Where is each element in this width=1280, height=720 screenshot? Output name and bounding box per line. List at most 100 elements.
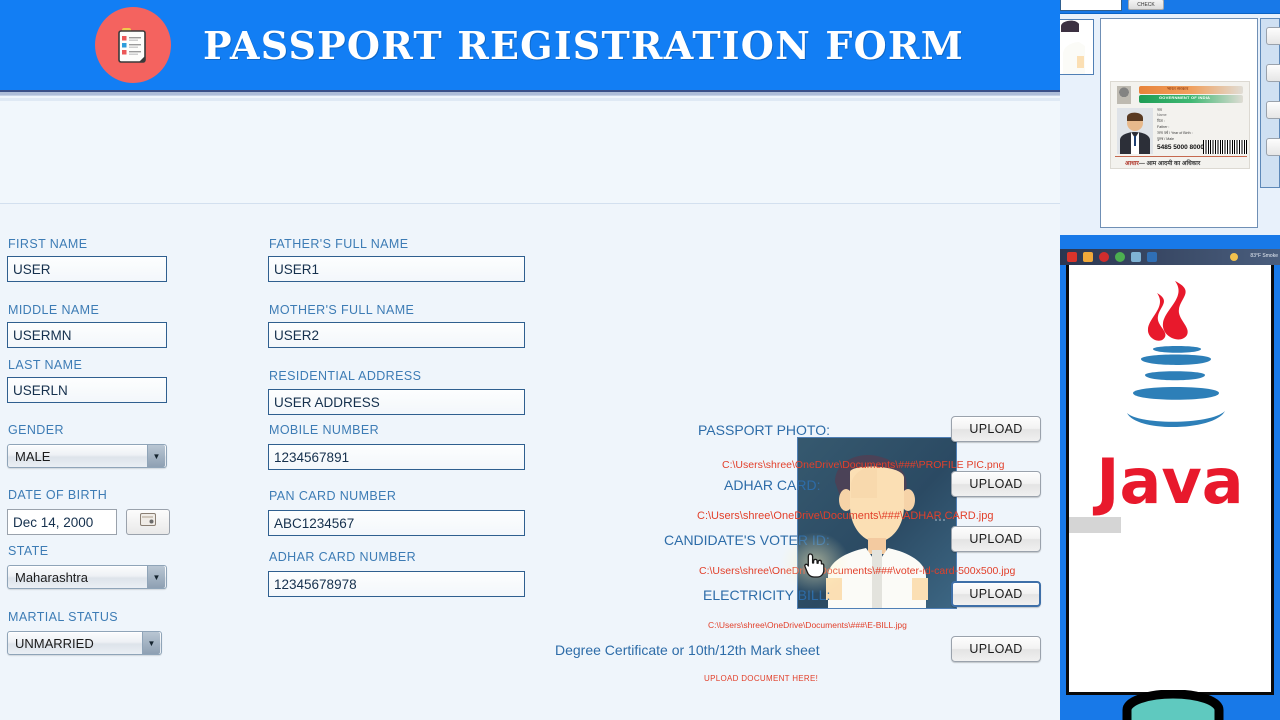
last-name-label: LAST NAME — [8, 358, 83, 372]
upload-button-degree-certificate[interactable]: UPLOAD — [951, 636, 1041, 662]
state-value: Maharashtra — [15, 569, 88, 585]
aadhaar-slogan-rest: — आम आदमी का अधिकार — [1138, 161, 1201, 167]
gender-label: GENDER — [8, 423, 64, 437]
upload-label-adhar-card: ADHAR CARD: — [724, 477, 821, 493]
record-icon[interactable] — [1099, 252, 1109, 262]
adhar-card-preview: भारत सरकार GOVERNMENT OF INDIA नाम Name … — [1100, 18, 1258, 228]
aadhaar-divider — [1115, 156, 1247, 157]
background-app-header-strip: CHECK — [1060, 0, 1280, 13]
avatar-thumbnail — [1060, 19, 1094, 75]
upload-path-electricity-bill: C:\Users\shree\OneDrive\Documents\###\E-… — [708, 620, 907, 630]
adhar-input[interactable] — [268, 571, 525, 597]
background-upload-button-2[interactable] — [1266, 64, 1280, 82]
pan-input[interactable] — [268, 510, 525, 536]
state-label: STATE — [8, 544, 49, 558]
upload-button-passport-photo[interactable]: UPLOAD — [951, 416, 1041, 442]
state-select[interactable]: Maharashtra ▼ — [7, 565, 167, 589]
upload-label-degree-certificate: Degree Certificate or 10th/12th Mark she… — [555, 642, 820, 658]
chrome-icon[interactable] — [1115, 252, 1125, 262]
java-logo-icon — [1127, 281, 1225, 428]
upload-button-voter-id[interactable]: UPLOAD — [951, 526, 1041, 552]
upload-label-electricity-bill: ELECTRICITY BILL: — [703, 587, 831, 603]
aadhaar-yob: जन्म वर्ष / Year of Birth : — [1157, 131, 1193, 135]
gender-select[interactable]: MALE ▼ — [7, 444, 167, 468]
desktop-taskbar: 83°F Smoke — [1060, 249, 1280, 265]
weather-status: 83°F Smoke — [1250, 253, 1278, 259]
dob-input[interactable] — [7, 509, 117, 535]
aadhaar-slogan-word: आधार — [1125, 161, 1139, 167]
aadhaar-slogan: आधार— आम आदमी का अधिकार — [1125, 159, 1200, 167]
background-upload-button-3[interactable] — [1266, 101, 1280, 119]
background-upload-button-4[interactable] — [1266, 138, 1280, 156]
aadhaar-portrait — [1117, 108, 1153, 154]
martial-status-label: MARTIAL STATUS — [8, 610, 119, 624]
martial-status-select[interactable]: UNMARRIED ▼ — [7, 631, 162, 655]
dob-label: DATE OF BIRTH — [8, 488, 108, 502]
middle-name-label: MIDDLE NAME — [8, 303, 100, 317]
father-name-label: FATHER'S FULL NAME — [269, 237, 409, 251]
aadhaar-number: 5485 5000 8000 — [1157, 144, 1204, 151]
address-input[interactable] — [268, 389, 525, 415]
aadhaar-gov-hindi: भारत सरकार — [1167, 86, 1189, 91]
java-mysql-logo-window: Java MySQL — [1066, 265, 1274, 720]
background-upload-button-1[interactable] — [1266, 27, 1280, 45]
form-body: FIRST NAME MIDDLE NAME LAST NAME GENDER … — [0, 205, 1060, 720]
aadhaar-father-hindi: पिता : — [1157, 119, 1165, 123]
opera-icon[interactable] — [1067, 252, 1077, 262]
gray-placeholder-box — [1069, 517, 1121, 533]
chevron-down-icon: ▼ — [147, 566, 165, 588]
upload-label-passport-photo: PASSPORT PHOTO: — [698, 422, 831, 438]
martial-status-value: UNMARRIED — [15, 635, 94, 651]
mother-name-input[interactable] — [268, 322, 525, 348]
calendar-icon — [140, 513, 156, 531]
passport-registration-window: PASSPORT REGISTRATION FORM Username: Pas… — [0, 0, 1060, 720]
mobile-label: MOBILE NUMBER — [269, 423, 380, 437]
adhar-label: ADHAR CARD NUMBER — [269, 550, 417, 564]
adhar-preview-window: भारत सरकार GOVERNMENT OF INDIA नाम Name … — [1060, 13, 1280, 235]
user-icon[interactable] — [1147, 252, 1157, 262]
java-wordmark: Java — [1096, 445, 1244, 518]
gender-value: MALE — [15, 448, 51, 464]
header-divider — [0, 90, 1060, 96]
background-windows-panel: CHECK भारत सरकार GOVERNMENT OF INDIA नाम… — [1060, 0, 1280, 720]
background-username-input[interactable] — [1060, 0, 1122, 11]
upload-label-voter-id: CANDIDATE'S VOTER ID: — [664, 532, 830, 548]
mysql-database-icon — [1122, 690, 1224, 720]
upload-button-adhar-card[interactable]: UPLOAD — [951, 471, 1041, 497]
chevron-down-icon: ▼ — [142, 632, 160, 654]
app-orange-icon[interactable] — [1083, 252, 1093, 262]
login-strip: Username: Password: APP NO APPLICATION N… — [0, 101, 1060, 281]
last-name-input[interactable] — [7, 377, 167, 403]
india-emblem-icon — [1117, 86, 1131, 104]
weather-sun-icon — [1230, 253, 1238, 261]
chevron-down-icon: ▼ — [147, 445, 165, 467]
aadhaar-gov-english: GOVERNMENT OF INDIA — [1159, 95, 1211, 100]
upload-path-voter-id: C:\Users\shree\OneDrive\Documents\###\vo… — [699, 565, 1016, 577]
background-upload-button-strip — [1260, 18, 1280, 188]
first-name-label: FIRST NAME — [8, 237, 88, 251]
aadhaar-gender: पुरुष / Male — [1157, 137, 1175, 141]
upload-path-degree-certificate: UPLOAD DOCUMENT HERE! — [704, 674, 819, 683]
mobile-input[interactable] — [268, 444, 525, 470]
upload-path-passport-photo: C:\Users\shree\OneDrive\Documents\###\PR… — [722, 459, 1005, 471]
aadhaar-card-image: भारत सरकार GOVERNMENT OF INDIA नाम Name … — [1110, 81, 1250, 169]
saffron-stripe — [1139, 86, 1243, 94]
aadhaar-father-english: Father : — [1157, 125, 1170, 129]
page-title: PASSPORT REGISTRATION FORM — [203, 22, 964, 68]
barcode-icon — [1203, 140, 1247, 154]
first-name-input[interactable] — [7, 256, 167, 282]
aadhaar-name-english: Name — [1157, 113, 1167, 117]
check-button[interactable]: CHECK — [1128, 0, 1164, 10]
gem-icon[interactable] — [1131, 252, 1141, 262]
middle-name-input[interactable] — [7, 322, 167, 348]
upload-button-electricity-bill[interactable]: UPLOAD — [951, 581, 1041, 607]
pan-label: PAN CARD NUMBER — [269, 489, 397, 503]
app-header: PASSPORT REGISTRATION FORM — [0, 0, 1060, 90]
dob-calendar-button[interactable] — [126, 509, 170, 535]
father-name-input[interactable] — [268, 256, 525, 282]
address-label: RESIDENTIAL ADDRESS — [269, 369, 422, 383]
clipboard-checklist-icon — [95, 7, 171, 83]
mother-name-label: MOTHER'S FULL NAME — [269, 303, 415, 317]
upload-path-adhar-card: C:\Users\shree\OneDrive\Documents\###\AD… — [697, 510, 994, 522]
screen-root: PASSPORT REGISTRATION FORM Username: Pas… — [0, 0, 1280, 720]
